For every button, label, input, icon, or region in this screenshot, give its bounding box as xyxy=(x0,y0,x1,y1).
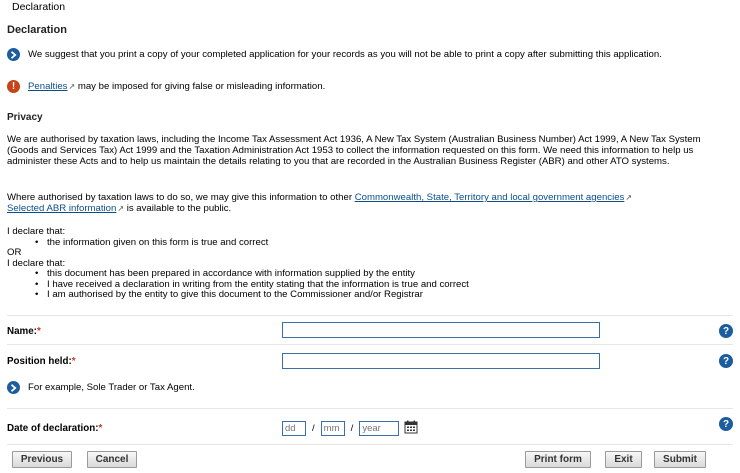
name-input[interactable] xyxy=(282,322,600,338)
required-marker: * xyxy=(36,326,41,337)
print-suggestion-message: We suggest that you print a copy of your… xyxy=(7,48,662,61)
declaration-or: OR xyxy=(7,247,22,258)
declaration-list-1: the information given on this form is tr… xyxy=(35,237,469,249)
penalties-link[interactable]: Penalties xyxy=(28,81,67,92)
government-agencies-link[interactable]: Commonwealth, State, Territory and local… xyxy=(355,192,625,203)
previous-button[interactable]: Previous xyxy=(12,451,72,468)
page-title: Declaration xyxy=(7,24,67,36)
list-item: I am authorised by the entity to give th… xyxy=(35,289,469,301)
privacy-paragraph-2-suffix: is available to the public. xyxy=(124,203,232,214)
exit-button[interactable]: Exit xyxy=(605,451,642,468)
calendar-icon[interactable] xyxy=(404,420,418,437)
divider xyxy=(7,315,733,316)
date-separator: / xyxy=(312,423,315,434)
declaration-intro-1: I declare that: xyxy=(7,226,66,237)
position-held-label: Position held:* xyxy=(7,356,76,367)
external-link-icon: ↗ xyxy=(625,193,633,202)
privacy-paragraph-2-prefix: Where authorised by taxation laws to do … xyxy=(7,192,355,203)
required-marker: * xyxy=(98,423,103,434)
date-month-input[interactable] xyxy=(320,421,345,436)
privacy-paragraph-1: We are authorised by taxation laws, incl… xyxy=(7,134,701,167)
date-of-declaration-field: / / xyxy=(282,420,418,437)
declaration-statements: I declare that: the information given on… xyxy=(7,226,469,301)
print-form-button[interactable]: Print form xyxy=(525,451,591,468)
info-chevron-icon xyxy=(7,48,20,61)
submit-button[interactable]: Submit xyxy=(654,451,706,468)
date-separator: / xyxy=(350,423,354,434)
help-icon[interactable]: ? xyxy=(719,324,733,338)
help-icon[interactable]: ? xyxy=(719,417,733,431)
date-year-input[interactable] xyxy=(359,421,400,436)
penalties-text: may be imposed for giving false or misle… xyxy=(75,81,326,92)
print-suggestion-text: We suggest that you print a copy of your… xyxy=(28,49,662,60)
divider xyxy=(7,444,733,445)
list-item: this document has been prepared in accor… xyxy=(35,268,469,280)
divider xyxy=(7,344,733,345)
warning-icon: ! xyxy=(7,80,20,93)
divider xyxy=(7,408,733,409)
position-held-input[interactable] xyxy=(282,353,600,369)
privacy-title: Privacy xyxy=(7,112,43,123)
help-icon[interactable]: ? xyxy=(719,354,733,368)
cancel-button[interactable]: Cancel xyxy=(87,451,137,468)
required-marker: * xyxy=(71,356,76,367)
date-of-declaration-label: Date of declaration:* xyxy=(7,423,103,434)
penalties-message: ! Penalties↗ may be imposed for giving f… xyxy=(7,80,325,93)
tab-title: Declaration xyxy=(12,1,66,13)
position-hint-text: For example, Sole Trader or Tax Agent. xyxy=(28,382,195,393)
list-item: the information given on this form is tr… xyxy=(35,237,469,249)
declaration-list-2: this document has been prepared in accor… xyxy=(35,268,469,301)
position-hint-message: For example, Sole Trader or Tax Agent. xyxy=(7,381,195,394)
date-day-input[interactable] xyxy=(282,421,306,436)
info-chevron-icon xyxy=(7,381,20,394)
name-label: Name:* xyxy=(7,326,41,337)
privacy-paragraph-2: Where authorised by taxation laws to do … xyxy=(7,192,707,214)
selected-abr-information-link[interactable]: Selected ABR information xyxy=(7,203,116,214)
